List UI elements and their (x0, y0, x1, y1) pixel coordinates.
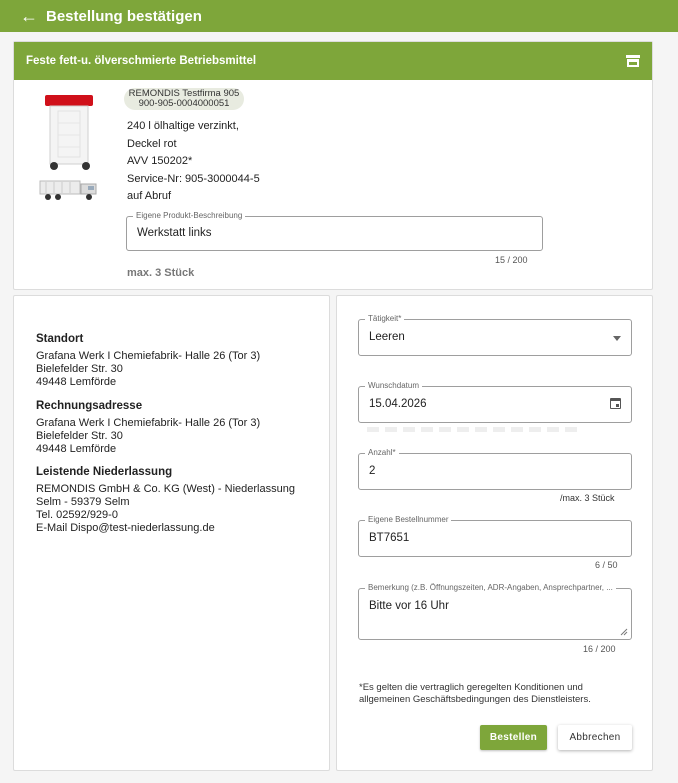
own-description-label: Eigene Produkt-Beschreibung (133, 211, 246, 221)
description-line: AVV 150202* (127, 155, 193, 167)
order-number-counter: 6 / 50 (595, 560, 618, 570)
quantity-hint: /max. 3 Stück (560, 493, 615, 503)
max-quantity: max. 3 Stück (127, 267, 195, 279)
quantity-label: Anzahl* (365, 448, 399, 458)
quantity-value: 2 (369, 465, 376, 477)
order-button[interactable]: Bestellen (480, 725, 547, 750)
date-value: 15.04.2026 (369, 398, 427, 410)
activity-value: Leeren (369, 331, 405, 343)
description-line: Service-Nr: 905-3000044-5 (127, 172, 260, 185)
remark-textarea[interactable]: Bemerkung (z.B. Öffnungszeiten, ADR-Anga… (358, 583, 632, 640)
branch-line: Selm - 59379 Selm (36, 496, 130, 508)
address-card: Standort Grafana Werk I Chemiefabrik- Ha… (13, 295, 330, 771)
location-heading: Standort (36, 333, 84, 345)
terms-note: *Es gelten die vertraglich geregelten Ko… (359, 682, 591, 705)
order-number-field[interactable]: Eigene Bestellnummer BT7651 (358, 515, 632, 557)
remark-value: Bitte vor 16 Uhr (369, 600, 449, 612)
description-line: Deckel rot (127, 137, 177, 150)
description-line: 240 l ölhaltige verzinkt, (127, 120, 239, 132)
product-title: Feste fett-u. ölverschmierte Betriebsmit… (26, 55, 257, 67)
truck-image (39, 180, 97, 200)
resize-handle-icon[interactable] (620, 628, 628, 636)
page-title: Bestellung bestätigen (46, 7, 202, 25)
order-number-value: BT7651 (369, 532, 410, 544)
location-line: Bielefelder Str. 30 (36, 363, 123, 375)
own-description-counter: 15 / 200 (495, 255, 528, 265)
billing-line: Bielefelder Str. 30 (36, 430, 123, 442)
store-icon[interactable] (626, 55, 640, 67)
branch-heading: Leistende Niederlassung (36, 466, 173, 478)
calendar-icon[interactable] (610, 398, 621, 409)
billing-line: Grafana Werk I Chemiefabrik- Halle 26 (T… (36, 417, 261, 429)
activity-label: Tätigkeit* (365, 314, 405, 324)
date-label: Wunschdatum (365, 381, 422, 391)
cancel-button[interactable]: Abbrechen (558, 725, 632, 750)
branch-line: REMONDIS GmbH & Co. KG (West) - Niederla… (36, 483, 295, 495)
remark-label: Bemerkung (z.B. Öffnungszeiten, ADR-Anga… (365, 583, 616, 593)
description-line: auf Abruf (127, 190, 172, 202)
arrow-left-icon[interactable]: ← (20, 6, 42, 27)
billing-heading: Rechnungsadresse (36, 400, 143, 412)
own-description-value: Werkstatt links (137, 227, 212, 239)
chevron-down-icon[interactable] (613, 336, 621, 341)
company-chip: REMONDIS Testfirma 905 900-905-000400005… (124, 88, 244, 110)
date-field[interactable]: Wunschdatum 15.04.2026 (358, 381, 632, 423)
location-line: 49448 Lemförde (36, 376, 117, 388)
branch-line: Tel. 02592/929-0 (36, 509, 118, 521)
branch-email: E-Mail Dispo@test-niederlassung.de (36, 522, 215, 534)
chip-number: 900-905-0004000051 (138, 98, 230, 109)
order-number-label: Eigene Bestellnummer (365, 515, 452, 525)
app-bar: ← Bestellung bestätigen (0, 0, 678, 32)
waste-bin-image (45, 95, 93, 170)
product-header: Feste fett-u. ölverschmierte Betriebsmit… (14, 42, 652, 80)
quantity-field[interactable]: Anzahl* 2 (358, 448, 632, 490)
product-description: 240 l ölhaltige verzinkt, Deckel rot AVV… (127, 118, 260, 206)
order-form-card: Tätigkeit* Leeren Wunschdatum 15.04.2026… (336, 295, 653, 771)
faint-divider (367, 427, 581, 432)
own-description-field[interactable]: Eigene Produkt-Beschreibung Werkstatt li… (126, 211, 543, 251)
location-line: Grafana Werk I Chemiefabrik- Halle 26 (T… (36, 350, 261, 362)
remark-counter: 16 / 200 (583, 644, 616, 654)
activity-select[interactable]: Tätigkeit* Leeren (358, 314, 632, 356)
billing-line: 49448 Lemförde (36, 443, 117, 455)
product-card: Feste fett-u. ölverschmierte Betriebsmit… (13, 41, 653, 290)
